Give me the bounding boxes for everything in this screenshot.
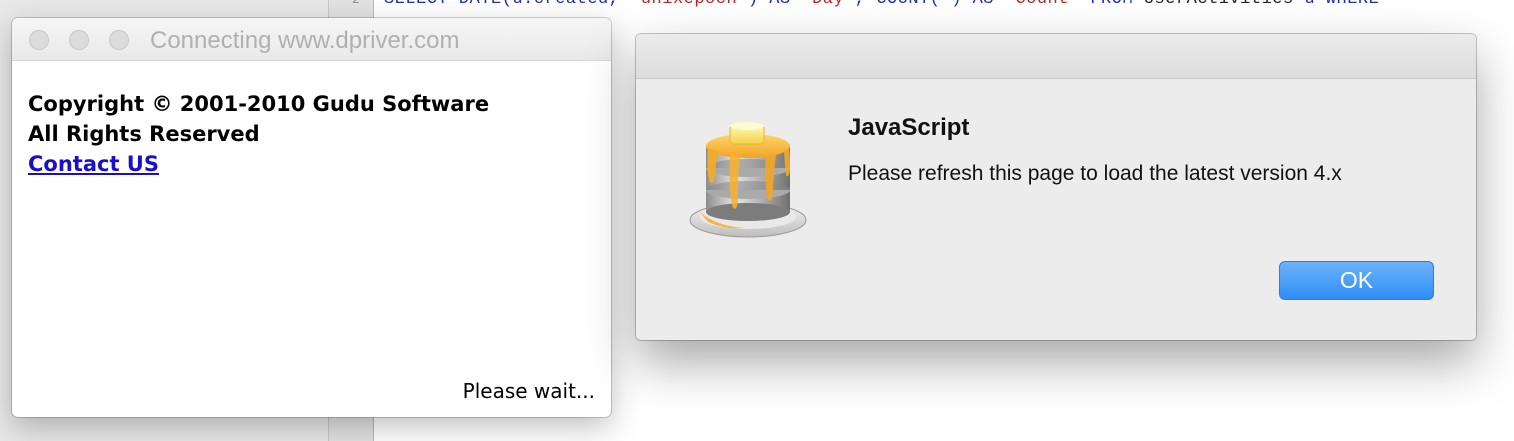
- sql-identifier: UserActivities: [1144, 0, 1294, 9]
- sql-string: 'Day': [801, 0, 855, 9]
- sql-token: ) AS: [748, 0, 802, 9]
- editor-line-number: 2: [352, 0, 360, 7]
- sql-token: FROM: [1080, 0, 1144, 9]
- alert-titlebar: [636, 34, 1476, 79]
- alert-message: Please refresh this page to load the lat…: [848, 162, 1342, 185]
- sequel-pro-pancake-icon: [686, 112, 812, 242]
- javascript-alert-dialog: JavaScript Please refresh this page to l…: [636, 34, 1476, 340]
- sql-token: SELECT DATE(u.created,: [384, 0, 630, 9]
- copyright-text: Copyright © 2001-2010 Gudu Software: [28, 92, 490, 116]
- sql-string: 'unixepoch': [630, 0, 748, 9]
- alert-title: JavaScript: [848, 114, 970, 141]
- sql-string: 'Count': [1005, 0, 1080, 9]
- minimize-window-button[interactable]: [69, 30, 89, 50]
- sql-token: u WHERE: [1294, 0, 1380, 9]
- close-window-button[interactable]: [29, 30, 49, 50]
- ok-button[interactable]: OK: [1279, 261, 1434, 300]
- zoom-window-button[interactable]: [109, 30, 129, 50]
- window-title: Connecting www.dpriver.com: [150, 27, 460, 54]
- contact-us-link[interactable]: Contact US: [28, 152, 159, 176]
- connecting-window-content: Copyright © 2001-2010 Gudu Software All …: [12, 61, 611, 179]
- connecting-window: Connecting www.dpriver.com Copyright © 2…: [12, 18, 611, 417]
- desktop: 2 SELECT DATE(u.created, 'unixepoch') AS…: [0, 0, 1514, 441]
- sql-token: , COUNT(*) AS: [855, 0, 1005, 9]
- rights-text: All Rights Reserved: [28, 122, 260, 146]
- connecting-window-titlebar[interactable]: Connecting www.dpriver.com: [12, 18, 611, 61]
- status-text: Please wait...: [462, 379, 595, 403]
- sql-editor-line: SELECT DATE(u.created, 'unixepoch') AS '…: [384, 0, 1379, 9]
